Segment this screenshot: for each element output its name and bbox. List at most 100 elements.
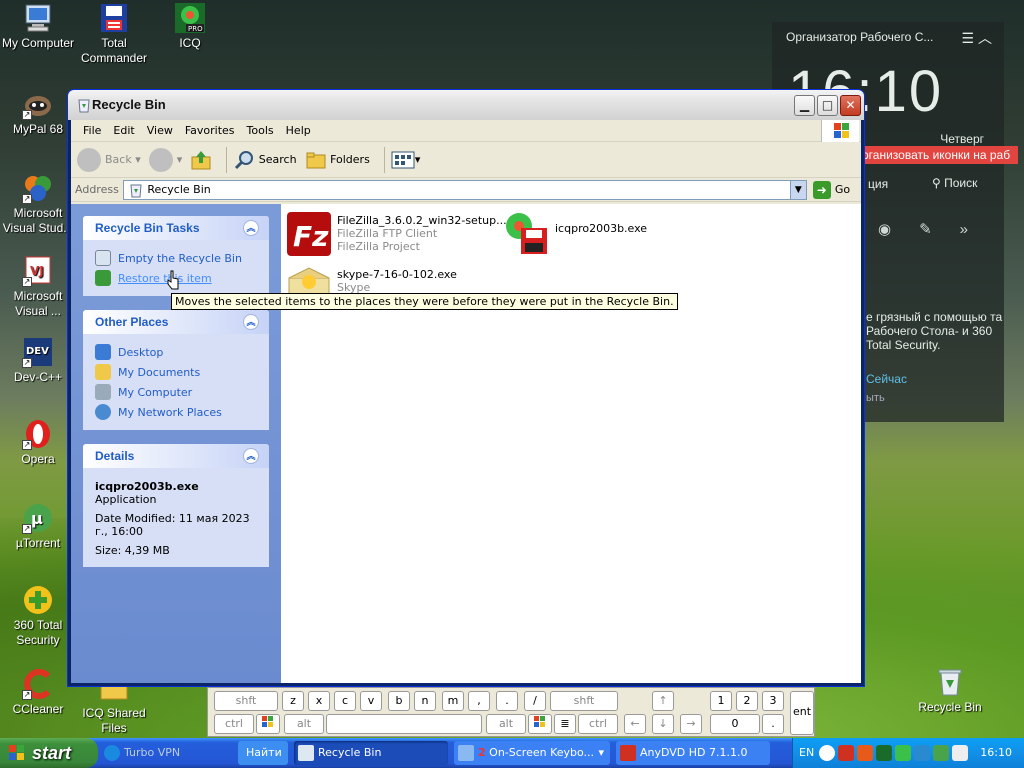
key-arrow-up[interactable]: ↑ xyxy=(652,691,674,711)
details-header[interactable]: Details ︽ xyxy=(83,444,269,468)
volume-tray-icon[interactable] xyxy=(952,745,968,761)
taskbar-recycle-bin[interactable]: Recycle Bin xyxy=(294,741,448,765)
eye-icon[interactable]: ◉ xyxy=(878,221,919,238)
other-places-header[interactable]: Other Places ︽ xyxy=(83,310,269,334)
place-desktop[interactable]: Desktop xyxy=(95,342,257,362)
address-field[interactable]: Recycle Bin ▼ xyxy=(122,179,807,200)
collapse-chevron-icon[interactable]: ︽ xyxy=(243,448,259,464)
menu-file[interactable]: File xyxy=(77,124,107,137)
shortcut-arrow-icon: ↗ xyxy=(22,524,32,534)
file-item-icqpro[interactable]: icqpro2003b.exe xyxy=(503,210,648,258)
gadget-toolbar-icons[interactable]: ◉✎» xyxy=(878,220,996,238)
key-menu[interactable]: ≣ xyxy=(554,714,576,734)
key-3[interactable]: 3 xyxy=(762,691,784,711)
tray-app-icon[interactable] xyxy=(857,745,873,761)
windows-logo-icon xyxy=(262,716,273,727)
taskbar-search-button[interactable]: Найти xyxy=(238,741,288,765)
panel-title: Recycle Bin Tasks xyxy=(95,221,200,235)
utorrent-tray-icon[interactable] xyxy=(933,745,949,761)
key-alt-left[interactable]: alt xyxy=(284,714,324,734)
desktop-icon-my-computer[interactable]: My Computer xyxy=(0,2,78,51)
collapse-chevron-icon[interactable]: ︽ xyxy=(243,220,259,236)
menu-view[interactable]: View xyxy=(141,124,179,137)
taskbar-item-label: Найти xyxy=(246,746,282,759)
key-ctrl-left[interactable]: ctrl xyxy=(214,714,254,734)
desktop-icon-icq[interactable]: PRO ICQ xyxy=(150,2,230,51)
note-icon[interactable]: ✎ xyxy=(919,221,960,238)
gadget-search-button[interactable]: ⚲ Поиск xyxy=(932,176,977,190)
shortcut-arrow-icon: ↗ xyxy=(22,690,32,700)
folders-button[interactable]: Folders xyxy=(305,149,370,171)
forward-icon[interactable]: » xyxy=(960,221,996,238)
up-folder-button[interactable] xyxy=(190,149,212,171)
taskbar-item-label: Recycle Bin xyxy=(318,746,382,759)
key-x[interactable]: x xyxy=(308,691,330,711)
key-comma[interactable]: , xyxy=(468,691,490,711)
key-period[interactable]: . xyxy=(496,691,518,711)
empty-recycle-bin-task[interactable]: Empty the Recycle Bin xyxy=(95,248,257,268)
gadget-now-link[interactable]: Сейчас xyxy=(866,372,907,386)
go-button[interactable]: ➜ Go xyxy=(812,180,850,199)
key-shift-right[interactable]: shft xyxy=(550,691,618,711)
key-alt-right[interactable]: alt xyxy=(486,714,526,734)
key-v[interactable]: v xyxy=(360,691,382,711)
key-1[interactable]: 1 xyxy=(710,691,732,711)
key-windows-right[interactable] xyxy=(528,714,552,734)
language-indicator[interactable]: EN xyxy=(799,746,814,759)
key-arrow-left[interactable]: ← xyxy=(624,714,646,734)
window-titlebar[interactable]: Recycle Bin ▁ □ ✕ xyxy=(68,90,864,120)
gadget-title: Организатор Рабочего С... xyxy=(786,30,934,44)
collapse-chevron-icon[interactable]: ︽ xyxy=(243,314,259,330)
menu-favorites[interactable]: Favorites xyxy=(179,124,241,137)
key-slash[interactable]: / xyxy=(524,691,546,711)
gadget-close-link[interactable]: ыть xyxy=(866,392,885,404)
place-my-network-places[interactable]: My Network Places xyxy=(95,402,257,422)
desktop-icon-recycle-bin[interactable]: Recycle Bin xyxy=(910,666,990,715)
key-c[interactable]: c xyxy=(334,691,356,711)
key-windows-left[interactable] xyxy=(256,714,280,734)
dev-cpp-icon: DEV ↗ xyxy=(22,336,54,368)
key-2[interactable]: 2 xyxy=(736,691,758,711)
taskbar-anydvd[interactable]: AnyDVD HD 7.1.1.0 xyxy=(616,741,770,765)
place-my-documents[interactable]: My Documents xyxy=(95,362,257,382)
close-button[interactable]: ✕ xyxy=(840,95,861,116)
desktop-icon-total-commander[interactable]: Total Commander xyxy=(74,2,154,66)
menu-edit[interactable]: Edit xyxy=(107,124,140,137)
icq-tray-icon[interactable] xyxy=(876,745,892,761)
taskbar-turbo-vpn[interactable]: Turbo VPN xyxy=(100,741,236,765)
icq-flower-tray-icon[interactable] xyxy=(895,745,911,761)
forward-button[interactable]: ▾ xyxy=(148,147,182,172)
file-name: icqpro2003b.exe xyxy=(555,222,648,235)
recycle-bin-tasks-header[interactable]: Recycle Bin Tasks ︽ xyxy=(83,216,269,240)
back-button[interactable]: Back ▾ xyxy=(77,147,141,172)
minimize-button[interactable]: ▁ xyxy=(794,95,815,116)
gadget-organize-banner[interactable]: рганизовать иконки на раб xyxy=(858,146,1018,164)
network-tray-icon[interactable] xyxy=(914,745,930,761)
key-arrow-down[interactable]: ↓ xyxy=(652,714,674,734)
tray-collapse-icon[interactable] xyxy=(819,745,835,761)
tray-clock[interactable]: 16:10 xyxy=(980,746,1012,759)
menu-tools[interactable]: Tools xyxy=(241,124,280,137)
file-item-filezilla[interactable]: Fz FileZilla_3.6.0.2_win32-setup.... Fil… xyxy=(285,210,510,258)
menu-help[interactable]: Help xyxy=(280,124,317,137)
gadget-menu-icon[interactable]: ☰ ︿ xyxy=(962,28,992,48)
key-m[interactable]: m xyxy=(442,691,464,711)
maximize-button[interactable]: □ xyxy=(817,95,838,116)
key-arrow-right[interactable]: → xyxy=(680,714,702,734)
key-enter[interactable]: ent xyxy=(790,691,814,735)
place-my-computer[interactable]: My Computer xyxy=(95,382,257,402)
taskbar-on-screen-keyboard[interactable]: 2 On-Screen Keybo... ▾ xyxy=(454,741,610,765)
key-ctrl-right[interactable]: ctrl xyxy=(578,714,618,734)
key-decimal[interactable]: . xyxy=(762,714,784,734)
key-shift-left[interactable]: shft xyxy=(214,691,278,711)
key-space[interactable] xyxy=(326,714,482,734)
start-button[interactable]: start xyxy=(0,738,98,768)
anydvd-tray-icon[interactable] xyxy=(838,745,854,761)
search-button[interactable]: Search xyxy=(233,149,297,171)
views-button[interactable]: ▾ xyxy=(391,150,420,170)
address-dropdown-button[interactable]: ▼ xyxy=(789,180,806,199)
key-z[interactable]: z xyxy=(282,691,304,711)
key-0[interactable]: 0 xyxy=(710,714,760,734)
key-n[interactable]: n xyxy=(414,691,436,711)
key-b[interactable]: b xyxy=(388,691,410,711)
